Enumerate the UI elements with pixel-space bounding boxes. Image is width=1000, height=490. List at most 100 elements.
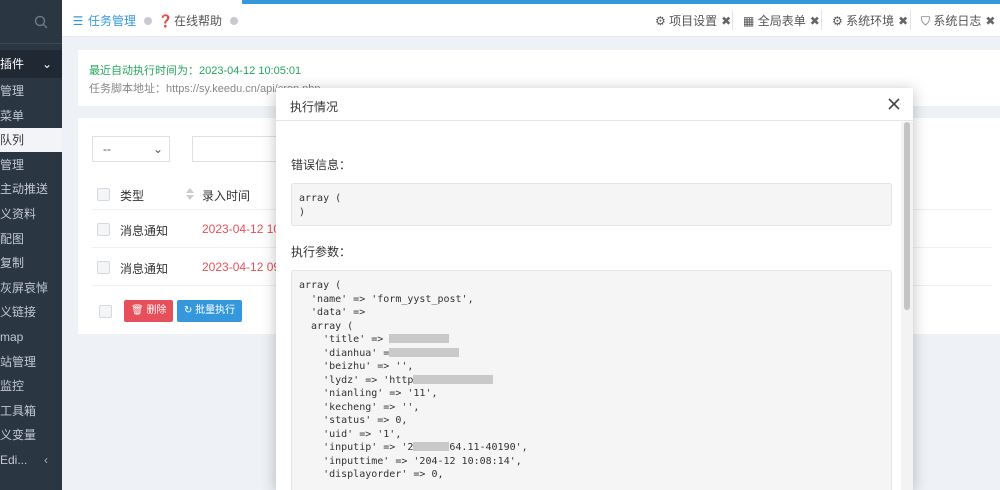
tab-divider <box>732 10 733 30</box>
sidebar-item[interactable]: 监控 <box>0 374 62 398</box>
type-select[interactable]: -- ⌄ <box>92 136 170 162</box>
sidebar: 插件 ⌄ 管理 菜单 队列 管理 主动推送 义资料 配图 复制 灰屏哀悼 义链接 map 站管理 监控工… <box>0 0 62 490</box>
code-text: 'status' => 0, <box>299 415 408 426</box>
modal-scrollbar[interactable] <box>901 122 913 490</box>
sidebar-item[interactable]: 工具箱 <box>0 399 62 423</box>
code-tail: 64.11-40190', <box>449 442 528 453</box>
sidebar-item[interactable]: 义链接 <box>0 300 62 324</box>
code-line: 'data' => <box>299 306 884 320</box>
sidebar-item[interactable]: 管理 <box>0 79 62 103</box>
params-code: array ( 'name' => 'form_yyst_post', 'dat… <box>291 270 892 490</box>
modal-header: 执行情况 <box>276 88 913 121</box>
sidebar-item-label: 管理 <box>0 84 25 98</box>
sidebar-item[interactable]: 灰屏哀悼 <box>0 276 62 300</box>
sidebar-item[interactable]: map <box>0 325 62 349</box>
sidebar-item-label: 义链接 <box>0 305 37 320</box>
sidebar-item[interactable]: 管理 <box>0 153 62 177</box>
sidebar-search[interactable] <box>0 0 62 44</box>
row-checkbox[interactable] <box>97 261 110 274</box>
tab-divider <box>910 10 911 30</box>
code-text: 'name' => 'form_yyst_post', <box>299 293 474 305</box>
close-icon[interactable]: ✖ <box>898 14 908 28</box>
code-line: 'title' => <box>299 333 884 347</box>
code-line: array ( <box>299 320 884 334</box>
code-text: 'data' => <box>299 307 366 318</box>
footer-checkbox[interactable] <box>99 305 112 318</box>
code-line: 'kecheng' => '', <box>299 401 884 415</box>
tab-system-env[interactable]: ⚙ 系统环境 ✖ <box>832 12 908 30</box>
params-label: 执行参数： <box>291 245 352 259</box>
sidebar-item-label: 监控 <box>0 379 25 394</box>
sidebar-item[interactable]: 复制 <box>0 251 62 275</box>
tab-system-log[interactable]: ⛉ 系统日志 ✖ <box>921 12 995 30</box>
tab-global-forms[interactable]: ▦ 全局表单 ✖ <box>743 12 820 30</box>
trash-icon: 🗑 <box>131 305 144 316</box>
sidebar-item-label: map <box>0 330 24 344</box>
redacted-value <box>389 347 460 357</box>
error-info-code: array ( ) <box>291 183 892 226</box>
sidebar-item[interactable]: Edi... ‹ <box>0 448 62 472</box>
select-all-checkbox[interactable] <box>97 188 110 201</box>
gear-icon: ⚙ <box>832 14 843 28</box>
cell-time: 2023-04-12 10 <box>202 222 281 236</box>
modal-body: 错误信息： array ( ) 执行参数： array ( 'name' => … <box>276 122 901 490</box>
execution-modal: 执行情况 错误信息： array ( ) 执行参数： array ( 'name… <box>276 88 913 490</box>
code-text: 'kecheng' => '', <box>299 401 420 413</box>
code-line: 'nianling' => '11', <box>299 387 884 401</box>
scrollbar-thumb[interactable] <box>904 122 910 310</box>
sidebar-group-plugins[interactable]: 插件 ⌄ <box>0 50 62 78</box>
redacted-value <box>413 374 494 384</box>
close-icon[interactable]: ✖ <box>810 14 820 28</box>
close-icon[interactable] <box>887 97 901 111</box>
sidebar-item-label: 灰屏哀悼 <box>0 280 49 295</box>
sidebar-item[interactable]: 义变量 <box>0 423 62 447</box>
search-icon[interactable] <box>34 15 48 29</box>
sidebar-item-label: 配图 <box>0 231 25 246</box>
sidebar-item-label: 菜单 <box>0 108 25 123</box>
redacted-value <box>413 442 450 451</box>
tab-label: 系统环境 <box>846 14 895 28</box>
tab-task-management[interactable]: ☰ 任务管理 <box>72 12 153 30</box>
sidebar-item[interactable]: 队列 <box>0 128 62 153</box>
sidebar-item[interactable]: 配图 <box>0 227 62 251</box>
sidebar-item[interactable]: 义资料 <box>0 202 62 226</box>
sort-icon[interactable] <box>186 188 194 200</box>
last-run-text: 最近自动执行时间为：2023-04-12 10:05:01 <box>89 65 302 77</box>
sidebar-item[interactable]: 菜单 <box>0 104 62 128</box>
code-text: 'uid' => '1', <box>299 428 402 440</box>
code-text: array ( <box>299 320 354 332</box>
batch-execute-button[interactable]: ↻ 批量执行 <box>177 300 243 322</box>
code-line: 'name' => 'form_yyst_post', <box>299 293 884 307</box>
delete-button[interactable]: 🗑 删除 <box>124 300 174 322</box>
tab-label: 任务管理 <box>88 14 137 28</box>
sidebar-item-label: 义变量 <box>0 428 37 443</box>
tab-dot <box>230 17 239 25</box>
table-icon: ▦ <box>743 14 755 28</box>
shield-icon: ⛉ <box>921 14 931 28</box>
code-line: 'displayorder' => 0, <box>299 468 884 482</box>
tab-dot <box>144 17 153 25</box>
code-line: 'dianhua' = <box>299 347 884 361</box>
tab-label: 全局表单 <box>757 14 806 28</box>
code-line: 'status' => 0, <box>299 414 884 428</box>
sidebar-item-label: 队列 <box>0 133 25 148</box>
close-icon[interactable]: ✖ <box>985 14 995 28</box>
row-checkbox[interactable] <box>97 223 110 236</box>
delete-button-label: 删除 <box>146 305 167 316</box>
code-text: 'dianhua' = <box>299 347 390 359</box>
sidebar-item[interactable]: 站管理 <box>0 350 62 374</box>
sidebar-item-label: 义资料 <box>0 207 37 221</box>
close-icon[interactable]: ✖ <box>721 14 731 28</box>
sidebar-item-label: Edi... <box>0 453 28 467</box>
sidebar-item[interactable]: 主动推送 <box>0 177 62 201</box>
tab-online-help[interactable]: ❓在线帮助 <box>158 12 239 30</box>
search-input[interactable] <box>192 136 282 162</box>
column-header-type[interactable]: 类型 <box>120 187 144 204</box>
column-header-time[interactable]: 录入时间 <box>202 187 250 204</box>
code-text: 'displayorder' => 0, <box>299 469 444 480</box>
tab-label: 项目设置 <box>669 14 718 28</box>
tab-project-settings[interactable]: ⚙ 项目设置 ✖ <box>655 12 731 30</box>
code-tail: 04-12 10:08:14', <box>425 455 522 467</box>
modal-title: 执行情况 <box>290 100 339 114</box>
code-line: 'inputtime' => '204-12 10:08:14', <box>299 455 884 469</box>
